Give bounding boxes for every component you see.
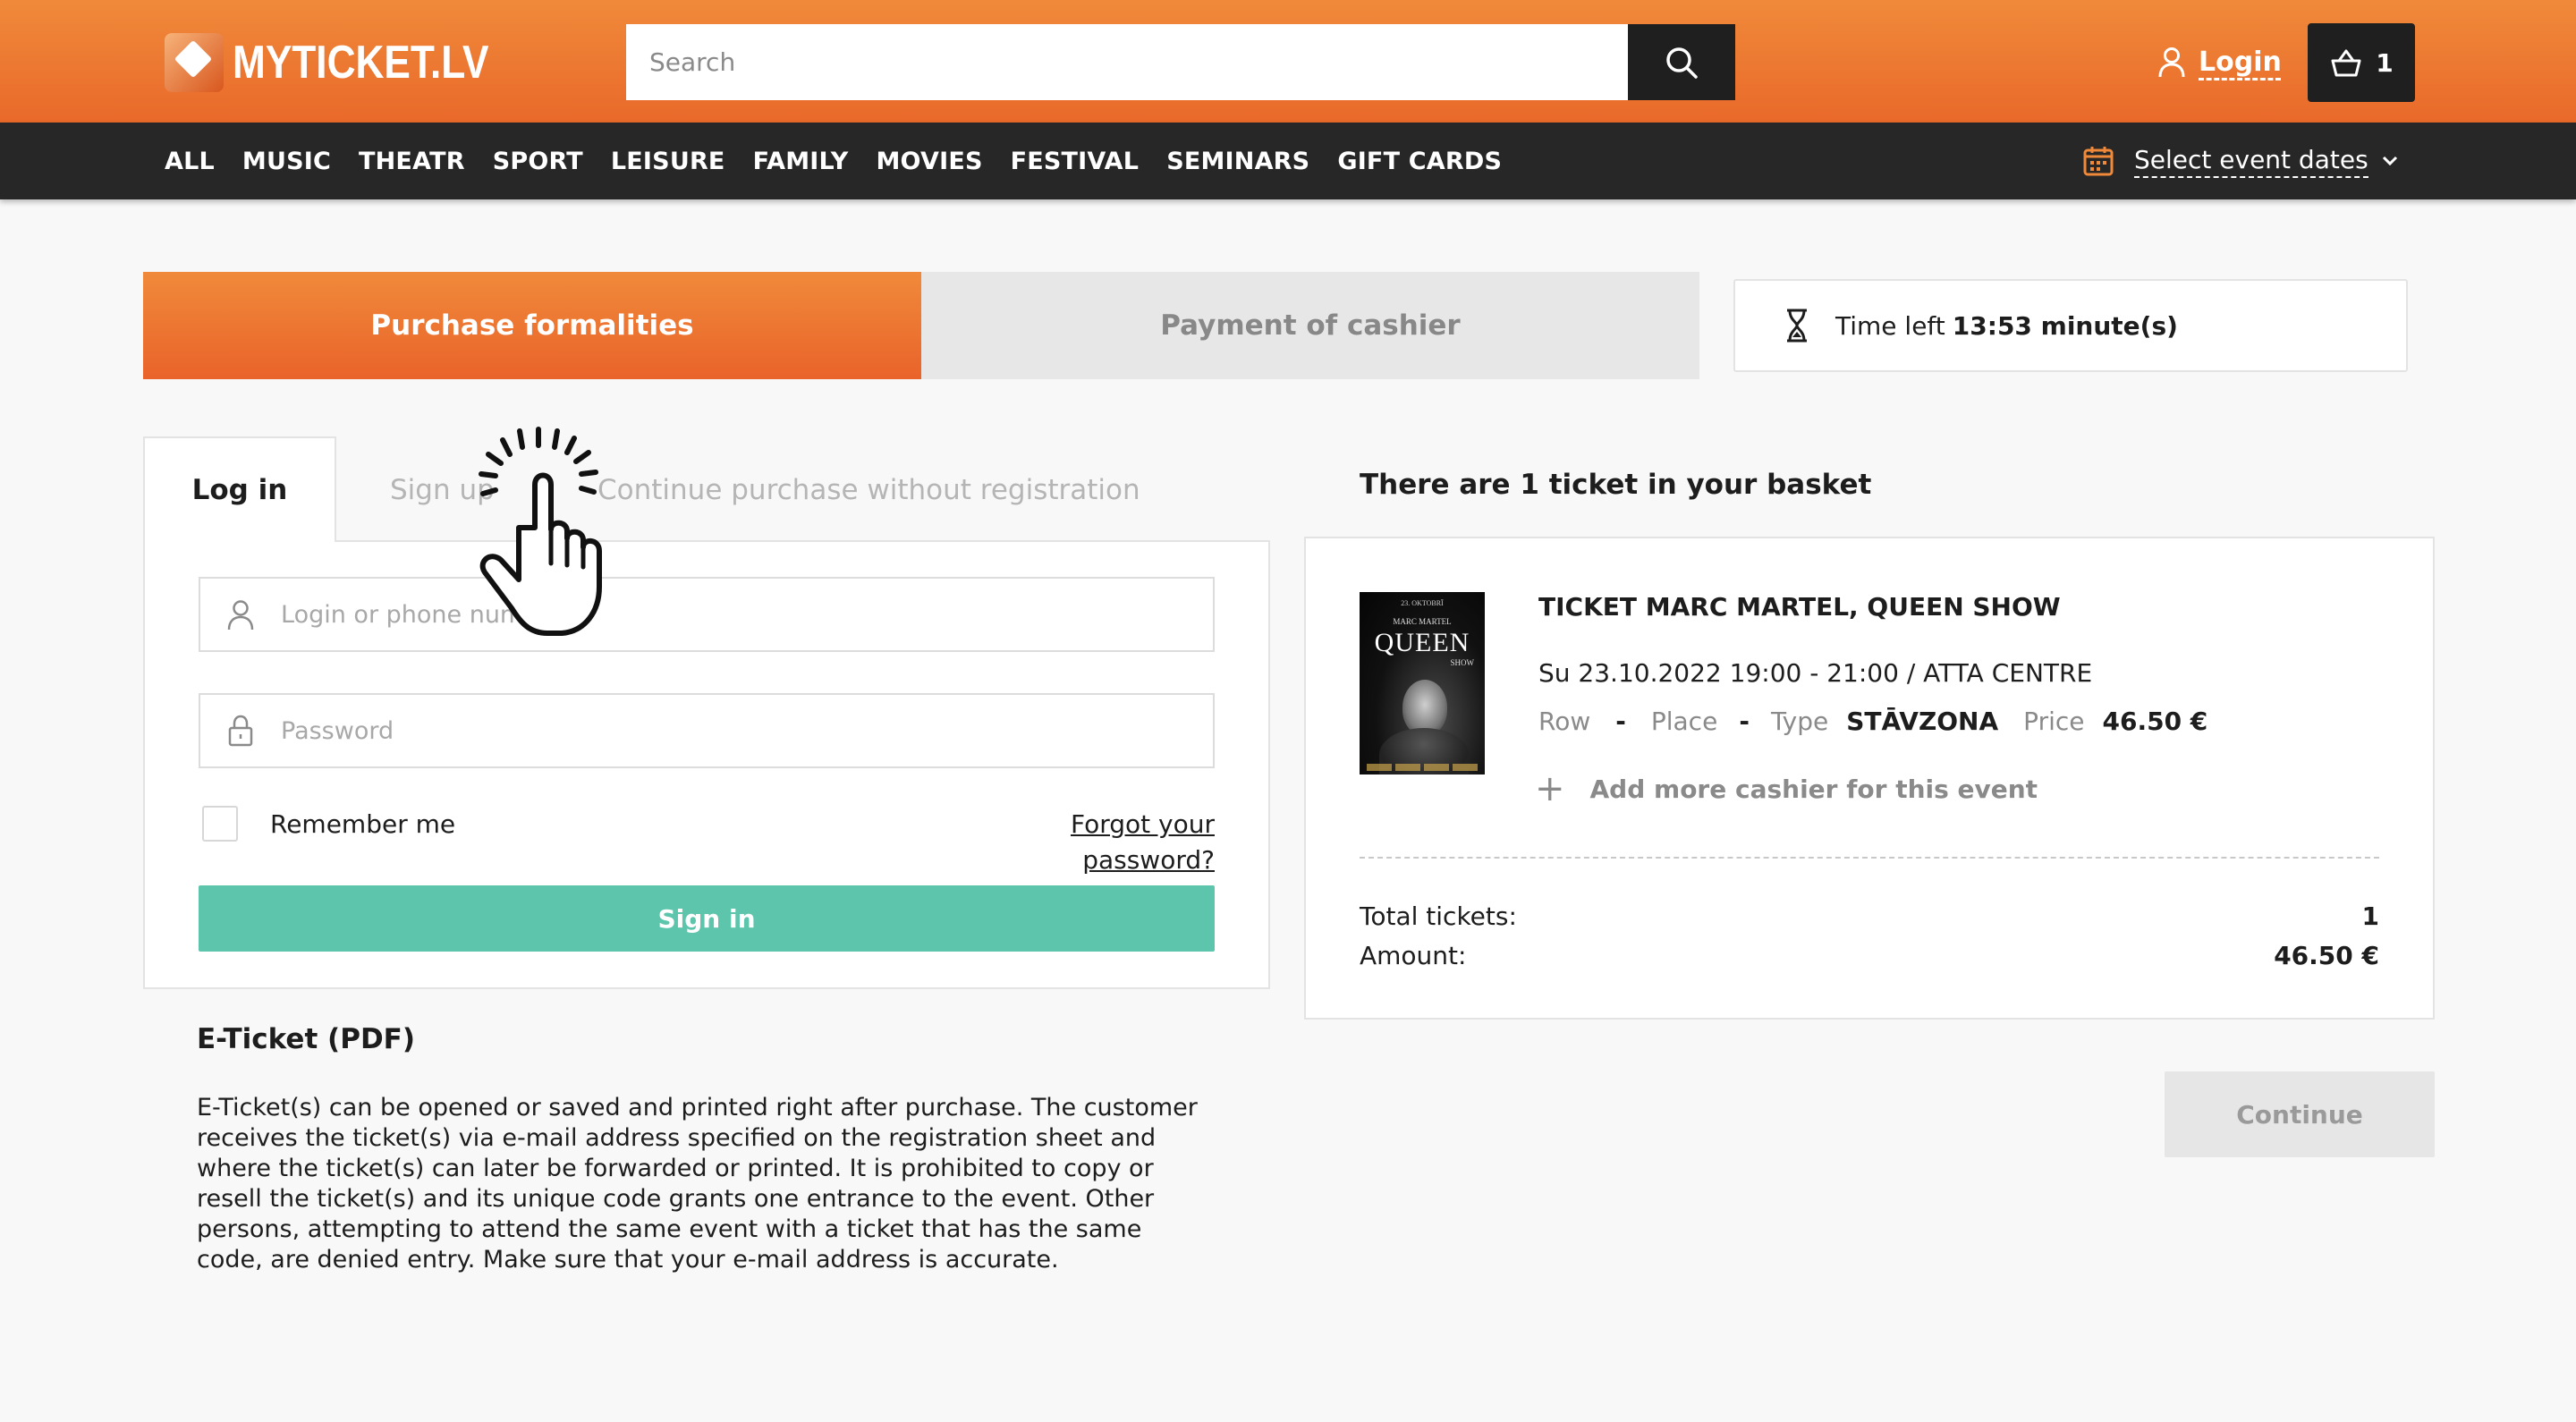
time-left-box: Time left 13:53 minute(s) xyxy=(1733,279,2408,372)
eticket-description: E-Ticket(s) can be opened or saved and p… xyxy=(197,1094,1198,1274)
search-input[interactable] xyxy=(626,24,1628,100)
event-date-picker[interactable]: Select event dates xyxy=(2082,123,2399,199)
row-value: - xyxy=(1615,707,1626,736)
nav-item-sport[interactable]: SPORT xyxy=(493,148,583,175)
hourglass-icon xyxy=(1785,308,1809,343)
event-datetime: Su 23.10.2022 19:00 - 21:00 / ATTA CENTR… xyxy=(1538,658,2093,688)
eticket-title: E-Ticket (PDF) xyxy=(197,1023,416,1055)
basket-title: There are 1 ticket in your basket xyxy=(1360,469,1872,501)
login-label: Login xyxy=(2199,46,2282,78)
search-icon xyxy=(1666,47,1698,79)
poster-title: QUEEN xyxy=(1374,628,1470,657)
step-payment[interactable]: Payment of cashier xyxy=(921,272,1699,379)
basket-count: 1 xyxy=(2376,47,2394,78)
event-poster: 23. OKTOBRĪ MARC MARTEL QUEEN SHOW xyxy=(1360,592,1485,774)
user-icon xyxy=(2158,47,2185,78)
basket-divider xyxy=(1360,857,2379,859)
time-left-label: Time left xyxy=(1835,310,1945,341)
add-more-tickets-link[interactable]: + Add more cashier for this event xyxy=(1535,771,2038,807)
poster-portrait xyxy=(1402,680,1447,735)
site-logo[interactable]: MYTICKET.LV xyxy=(165,30,534,95)
amount-label: Amount: xyxy=(1360,941,1467,970)
nav-item-gift-cards[interactable]: GIFT CARDS xyxy=(1337,148,1502,175)
chevron-down-icon xyxy=(2382,156,2397,166)
type-value: STĀVZONA xyxy=(1846,707,1999,736)
amount-value: 46.50 € xyxy=(2274,941,2379,970)
remember-me-label[interactable]: Remember me xyxy=(270,807,455,842)
poster-subtitle: SHOW xyxy=(1450,658,1475,667)
place-value: - xyxy=(1739,707,1750,736)
basket-icon xyxy=(2331,49,2361,77)
nav-item-music[interactable]: MUSIC xyxy=(242,148,331,175)
sign-in-button[interactable]: Sign in xyxy=(199,885,1215,952)
basket-button[interactable]: 1 xyxy=(2308,23,2415,102)
password-field[interactable] xyxy=(199,693,1215,768)
price-value: 46.50 € xyxy=(2102,707,2208,736)
nav-item-movies[interactable]: MOVIES xyxy=(876,148,982,175)
tab-log-in[interactable]: Log in xyxy=(143,436,336,542)
place-label: Place xyxy=(1650,707,1718,736)
poster-date: 23. OKTOBRĪ xyxy=(1401,599,1444,607)
tab-continue-without-registration[interactable]: Continue purchase without registration xyxy=(597,465,1140,515)
search-button[interactable] xyxy=(1628,24,1735,100)
login-input[interactable] xyxy=(281,600,1175,629)
header-login-link[interactable]: Login xyxy=(2157,41,2282,82)
pointer-hand-cursor-icon xyxy=(479,427,602,636)
total-tickets-value: 1 xyxy=(2361,901,2379,931)
poster-artist: MARC MARTEL xyxy=(1393,617,1452,626)
user-icon xyxy=(200,598,281,631)
event-name: TICKET MARC MARTEL, QUEEN SHOW xyxy=(1538,592,2061,622)
nav-item-leisure[interactable]: LEISURE xyxy=(611,148,725,175)
time-left-value: 13:53 minute(s) xyxy=(1952,310,2178,341)
nav-item-theatr[interactable]: THEATR xyxy=(359,148,465,175)
password-input[interactable] xyxy=(281,716,1175,745)
date-picker-label: Select event dates xyxy=(2134,145,2368,178)
forgot-password-link[interactable]: Forgot your password? xyxy=(948,807,1215,878)
nav-item-seminars[interactable]: SEMINARS xyxy=(1166,148,1309,175)
step-purchase-formalities[interactable]: Purchase formalities xyxy=(143,272,921,379)
lock-icon xyxy=(200,715,281,747)
add-more-label: Add more cashier for this event xyxy=(1589,774,2038,804)
calendar-icon xyxy=(2083,147,2114,176)
remember-me-checkbox[interactable] xyxy=(202,806,238,842)
category-nav: ALL MUSIC THEATR SPORT LEISURE FAMILY MO… xyxy=(165,123,1530,199)
plus-icon: + xyxy=(1535,768,1565,809)
row-label: Row xyxy=(1538,707,1591,736)
ticket-logo-icon xyxy=(165,33,224,92)
logo-text: MYTICKET.LV xyxy=(233,37,489,89)
login-field[interactable] xyxy=(199,577,1215,652)
ticket-details: Row - Place - Type STĀVZONA Price 46.50 … xyxy=(1538,707,2207,736)
nav-item-all[interactable]: ALL xyxy=(165,148,215,175)
price-label: Price xyxy=(2023,707,2085,736)
continue-button[interactable]: Continue xyxy=(2165,1071,2435,1157)
nav-item-festival[interactable]: FESTIVAL xyxy=(1011,148,1140,175)
poster-sponsors xyxy=(1367,764,1478,771)
total-tickets-label: Total tickets: xyxy=(1360,901,1517,931)
type-label: Type xyxy=(1770,707,1829,736)
nav-item-family[interactable]: FAMILY xyxy=(753,148,849,175)
